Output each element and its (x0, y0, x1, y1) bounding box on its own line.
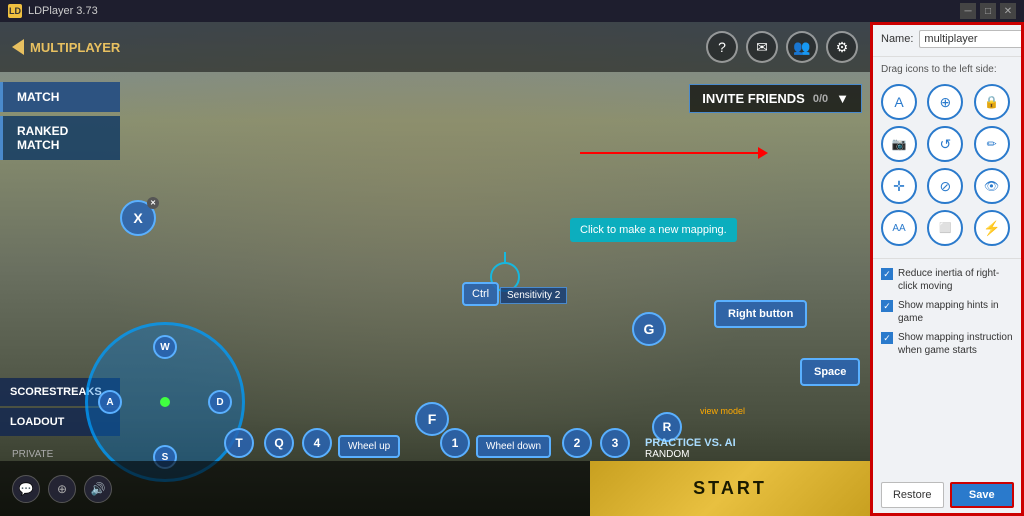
start-button[interactable]: START (590, 461, 870, 516)
restore-button[interactable]: Restore (881, 482, 944, 508)
key-d[interactable]: D (208, 390, 232, 414)
checkbox-3[interactable]: ✓ (881, 332, 893, 344)
name-input[interactable] (919, 30, 1024, 48)
game-top-nav: MULTIPLAYER ? ✉ 👥 ⚙ (0, 22, 870, 72)
right-panel: Name: ▼ Drag icons to the left side: A ⊕… (870, 22, 1024, 516)
title-bar-controls: ─ □ ✕ (960, 3, 1016, 19)
icon-grid: A ⊕ 🔒 📷 ↺ ✏ ✛ ⊘ 👁 AA ⬜ ⚡ (871, 80, 1024, 254)
name-label: Name: (881, 33, 913, 45)
checkbox-label-3: Show mapping instruction when game start… (898, 331, 1014, 357)
key-t-mapping[interactable]: T (224, 428, 254, 458)
save-button[interactable]: Save (950, 482, 1015, 508)
left-menu: MATCH RANKED MATCH (0, 82, 120, 164)
key-wheel-down-mapping[interactable]: Wheel down (476, 435, 551, 458)
checkbox-row-1: ✓ Reduce inertia of right-click moving (881, 267, 1014, 293)
invite-dropdown-icon: ▼ (836, 91, 849, 106)
reload-icon[interactable]: ↺ (927, 126, 963, 162)
joystick-dot (160, 397, 170, 407)
title-bar-text: LDPlayer 3.73 (28, 5, 98, 17)
private-label: PRIVATE (12, 449, 53, 460)
new-mapping-tooltip[interactable]: Click to make a new mapping. (570, 218, 737, 242)
checkbox-row-2: ✓ Show mapping hints in game (881, 299, 1014, 325)
joystick-area[interactable]: W A D S (85, 322, 245, 482)
screen-icon[interactable]: ⬜ (927, 210, 963, 246)
minimize-button[interactable]: ─ (960, 3, 976, 19)
settings-icon[interactable]: ⚙ (826, 31, 858, 63)
pencil-icon[interactable]: ✏ (974, 126, 1010, 162)
close-button[interactable]: ✕ (1000, 3, 1016, 19)
lock-icon[interactable]: 🔒 (974, 84, 1010, 120)
invite-count: 0/0 (813, 93, 828, 105)
panel-buttons: Restore Save (871, 474, 1024, 516)
space-button-mapping[interactable]: Space (800, 358, 860, 386)
panel-divider (871, 258, 1024, 259)
title-bar: LD LDPlayer 3.73 ─ □ ✕ (0, 0, 1024, 22)
camera-icon[interactable]: 📷 (881, 126, 917, 162)
panel-checkboxes: ✓ Reduce inertia of right-click moving ✓… (871, 263, 1024, 361)
crosshair-mapping-icon[interactable]: ⊕ (927, 84, 963, 120)
maximize-button[interactable]: □ (980, 3, 996, 19)
aa-icon[interactable]: AA (881, 210, 917, 246)
game-nav-title: MULTIPLAYER (30, 40, 120, 55)
drag-hint: Drag icons to the left side: (871, 57, 1024, 80)
lightning-icon[interactable]: ⚡ (974, 210, 1010, 246)
key-g-mapping[interactable]: G (632, 312, 666, 346)
practice-title: PRACTICE VS. AI (645, 437, 736, 449)
checkbox-1[interactable]: ✓ (881, 268, 893, 280)
right-button-mapping[interactable]: Right button (714, 300, 807, 328)
key-2-mapping[interactable]: 2 (562, 428, 592, 458)
game-nav-icons: ? ✉ 👥 ⚙ (706, 31, 858, 63)
match-menu-item[interactable]: MATCH (0, 82, 120, 112)
back-button[interactable]: MULTIPLAYER (12, 39, 120, 55)
checkbox-label-2: Show mapping hints in game (898, 299, 1014, 325)
key-q-mapping[interactable]: Q (264, 428, 294, 458)
checkbox-row-3: ✓ Show mapping instruction when game sta… (881, 331, 1014, 357)
move-icon[interactable]: ✛ (881, 168, 917, 204)
eye-icon[interactable]: 👁 (974, 168, 1010, 204)
sensitivity-label: Sensitivity 2 (500, 287, 567, 304)
practice-vs-ai: PRACTICE VS. AI RANDOM (645, 437, 736, 460)
key-a[interactable]: A (98, 390, 122, 414)
chat-icon[interactable]: 💬 (12, 475, 40, 503)
soldier-figure (300, 102, 480, 462)
key-3-mapping[interactable]: 3 (600, 428, 630, 458)
panel-name-row: Name: ▼ (871, 22, 1024, 57)
random-label: RANDOM (645, 449, 736, 460)
key-x-mapping[interactable]: X ✕ (120, 200, 156, 236)
letter-a-icon[interactable]: A (881, 84, 917, 120)
cancel-icon[interactable]: ⊘ (927, 168, 963, 204)
invite-friends-label: InvITE FRIENDS (702, 91, 805, 106)
help-icon[interactable]: ? (706, 31, 738, 63)
ranked-match-menu-item[interactable]: RANKED MATCH (0, 116, 120, 160)
invite-friends-bar[interactable]: InvITE FRIENDS 0/0 ▼ (689, 84, 862, 113)
crosshair-bottom-icon[interactable]: ⊕ (48, 475, 76, 503)
game-area: MULTIPLAYER ? ✉ 👥 ⚙ MATCH RANKED MATCH S… (0, 22, 870, 516)
audio-icon[interactable]: 🔊 (84, 475, 112, 503)
friends-icon[interactable]: 👥 (786, 31, 818, 63)
key-x-close[interactable]: ✕ (147, 197, 159, 209)
back-arrow-icon (12, 39, 24, 55)
checkbox-2[interactable]: ✓ (881, 300, 893, 312)
mail-icon[interactable]: ✉ (746, 31, 778, 63)
red-arrow-indicator (580, 152, 760, 154)
app-icon: LD (8, 4, 22, 18)
checkbox-label-1: Reduce inertia of right-click moving (898, 267, 1014, 293)
view-model-label: view model (700, 406, 745, 416)
key-w[interactable]: W (153, 335, 177, 359)
